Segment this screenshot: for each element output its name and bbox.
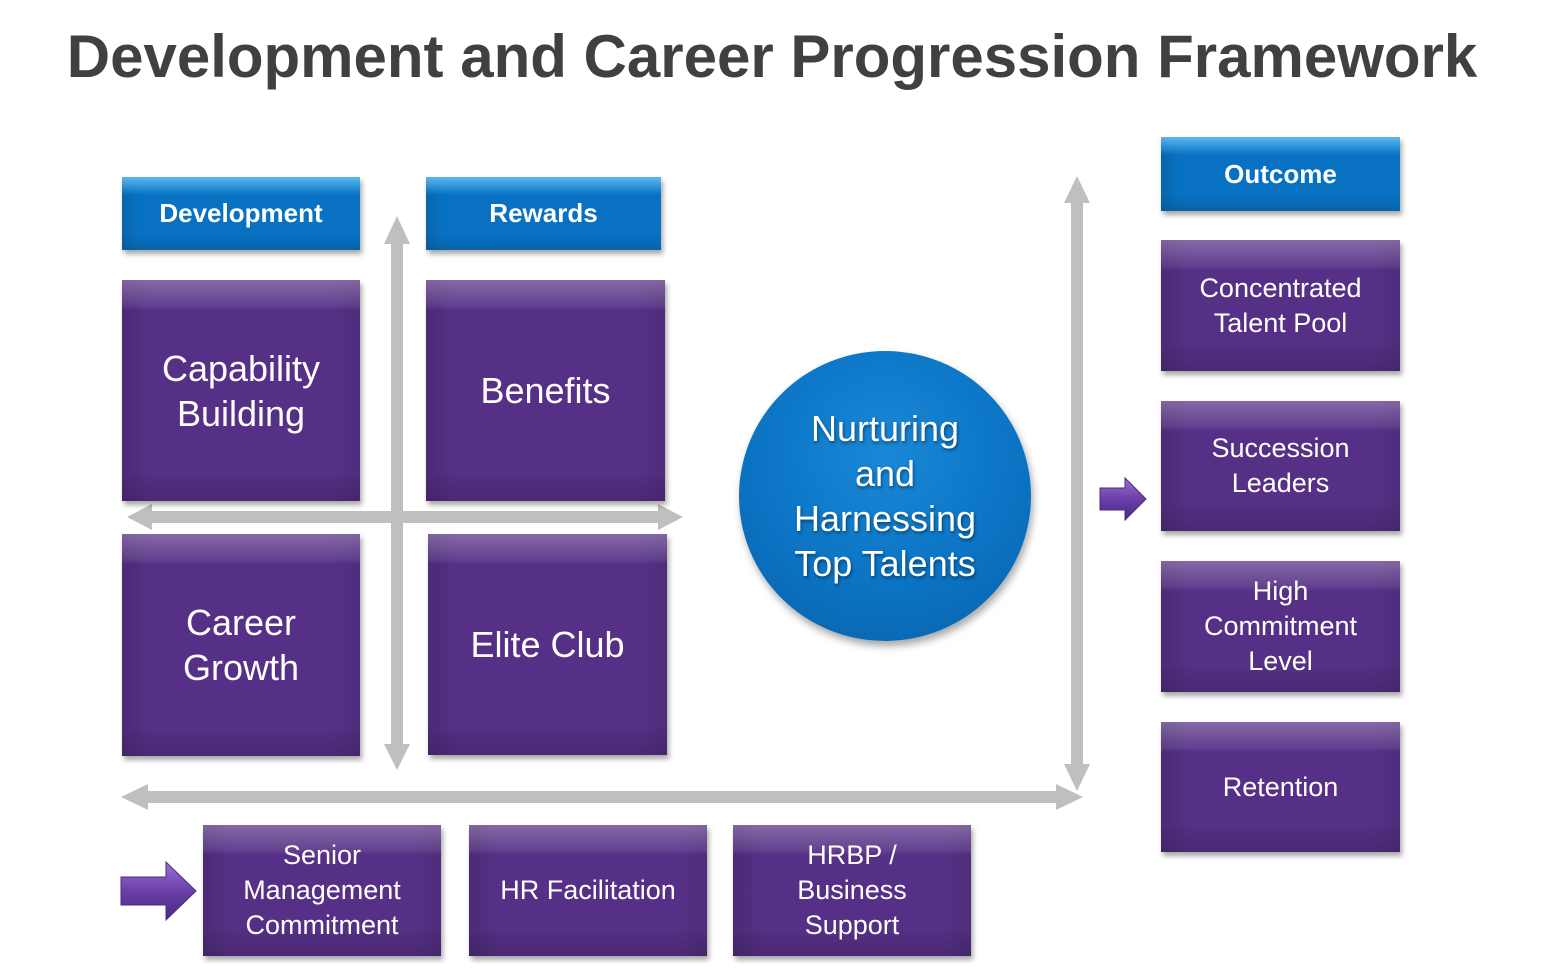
outcome-header-label: Outcome [1224, 158, 1337, 189]
outcome-item: Succession Leaders [1161, 401, 1400, 531]
enabler-item: Senior Management Commitment [203, 825, 441, 956]
outcome-item: Retention [1161, 722, 1400, 852]
rewards-header: Rewards [426, 177, 661, 250]
elite-club-box: Elite Club [428, 534, 667, 755]
outcome-header: Outcome [1161, 137, 1400, 211]
career-growth-label: Career Growth [182, 602, 300, 688]
enablers-horizontal-double-arrow-icon [121, 784, 1083, 810]
center-circle-label: Nurturing and Harnessing Top Talents [793, 408, 977, 584]
enabler-item-label: HR Facilitation [500, 875, 676, 905]
development-header-label: Development [159, 198, 323, 228]
quadrant-horizontal-double-arrow-icon [127, 504, 683, 530]
outcome-item: High Commitment Level [1161, 561, 1400, 692]
enabler-item: HR Facilitation [469, 825, 707, 956]
capability-building-box: Capability Building [122, 280, 360, 501]
outcome-item-label: Concentrated Talent Pool [1199, 272, 1362, 338]
outcome-pointer-arrow-icon [1099, 476, 1147, 522]
enabler-item-label: Senior Management Commitment [243, 840, 401, 940]
enablers-pointer-arrow-icon [120, 860, 197, 922]
development-header: Development [122, 177, 360, 250]
enabler-item: HRBP / Business Support [733, 825, 971, 956]
benefits-box: Benefits [426, 280, 665, 501]
elite-club-label: Elite Club [470, 624, 625, 665]
outcome-item-label: High Commitment Level [1203, 576, 1358, 676]
career-growth-box: Career Growth [122, 534, 360, 756]
outcome-item: Concentrated Talent Pool [1161, 240, 1400, 371]
outcome-item-label: Succession Leaders [1211, 433, 1350, 498]
quadrant-vertical-double-arrow-icon [384, 216, 410, 770]
outcome-item-label: Retention [1222, 771, 1339, 802]
outcome-vertical-double-arrow-icon [1064, 176, 1090, 791]
enabler-item-label: HRBP / Business Support [797, 840, 907, 940]
rewards-header-label: Rewards [489, 198, 598, 228]
center-circle: Nurturing and Harnessing Top Talents [739, 351, 1031, 641]
capability-building-label: Capability Building [161, 347, 321, 434]
benefits-label: Benefits [480, 370, 611, 411]
